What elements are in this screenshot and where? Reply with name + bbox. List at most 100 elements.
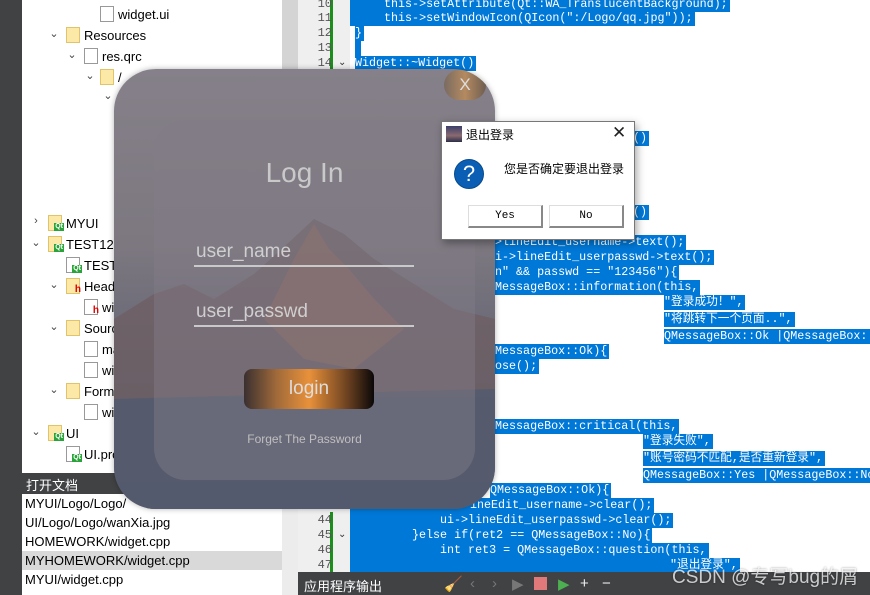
mode-bar: [0, 0, 22, 595]
tree-item-label: wi: [102, 362, 115, 378]
chevron-down-icon[interactable]: ⌄: [48, 320, 60, 333]
code-line: "账号密码不匹配,是否重新登录",: [643, 451, 825, 466]
qrc-file-icon: [84, 48, 98, 64]
pro-file-icon: Qt: [66, 257, 82, 273]
open-document-item[interactable]: UI/Logo/Logo/wanXia.jpg: [22, 513, 282, 532]
logout-dialog: 退出登录 ✕ ? 您是否确定要退出登录 Yes No: [441, 121, 635, 240]
qt-project-icon: Qt: [48, 425, 64, 441]
chevron-down-icon[interactable]: ⌄: [102, 89, 114, 102]
next-icon[interactable]: ›: [492, 575, 497, 592]
fold-chevron-icon[interactable]: ⌄: [338, 529, 346, 540]
tree-item-label: wi: [102, 404, 115, 420]
tree-item[interactable]: Qt TEST12: [48, 234, 114, 254]
code-line: "将跳转下一个页面..",: [664, 312, 795, 327]
close-icon[interactable]: ✕: [612, 123, 626, 143]
code-line: "登录成功！",: [664, 295, 746, 310]
tree-item[interactable]: widget.ui: [100, 4, 169, 24]
zoom-out-icon[interactable]: −: [602, 575, 611, 592]
chevron-down-icon[interactable]: ⌄: [48, 27, 60, 40]
code-line: "登录失败",: [643, 434, 713, 449]
prev-icon[interactable]: ‹: [470, 575, 475, 592]
tree-item[interactable]: Resources: [66, 25, 146, 45]
code-line: MessageBox::Ok){: [495, 344, 610, 359]
pro-file-icon: Qt: [66, 446, 82, 462]
open-document-item[interactable]: HOMEWORK/widget.cpp: [22, 532, 282, 551]
tree-item[interactable]: res.qrc: [84, 46, 142, 66]
fold-chevron-icon[interactable]: ⌄: [338, 57, 346, 68]
open-document-item[interactable]: MYUI/widget.cpp: [22, 570, 282, 589]
line-number: 47: [317, 558, 332, 572]
code-line: n" && passwd == "123456"){: [495, 265, 680, 280]
username-input[interactable]: user_name: [194, 241, 414, 267]
tree-item-label: widget.ui: [118, 6, 170, 22]
tree-item[interactable]: Qt MYUI: [48, 213, 99, 233]
tree-item-label: UI: [66, 425, 79, 441]
window-icon: [446, 126, 462, 142]
chevron-down-icon[interactable]: ⌄: [84, 69, 96, 82]
tree-item-label: res.qrc: [102, 48, 142, 64]
stop-icon[interactable]: [534, 577, 547, 590]
cpp-file-icon: [84, 362, 98, 378]
zoom-in-icon[interactable]: +: [580, 575, 589, 592]
code-line: (): [633, 131, 650, 146]
line-number: 13: [317, 41, 332, 55]
tree-item-label: Form: [84, 383, 115, 399]
line-number: 46: [317, 543, 332, 557]
code-line: MessageBox::information(this,: [495, 280, 701, 295]
chevron-down-icon[interactable]: ⌄: [30, 236, 42, 249]
folder-icon: [100, 69, 114, 85]
tree-item-label: Sourc: [84, 320, 118, 336]
forms-folder-icon: [66, 383, 80, 399]
sources-folder-icon: [66, 320, 80, 336]
header-file-icon: h: [84, 299, 99, 316]
tree-item[interactable]: Qt UI.pro: [66, 444, 119, 464]
headers-folder-icon: h: [66, 278, 81, 295]
tree-item-label: Head: [84, 278, 116, 294]
chevron-down-icon[interactable]: ⌄: [48, 383, 60, 396]
qt-project-icon: Qt: [48, 236, 64, 252]
tree-item[interactable]: Qt UI: [48, 423, 79, 443]
chevron-right-icon[interactable]: ›: [30, 215, 42, 227]
chevron-down-icon[interactable]: ⌄: [66, 48, 78, 61]
watermark: CSDN @专写bug的屑: [672, 567, 859, 588]
code-line: ose();: [495, 359, 540, 374]
password-input[interactable]: user_passwd: [194, 301, 414, 327]
debug-run-icon[interactable]: ▶: [558, 575, 570, 593]
code-line: }else if(ret2 == QMessageBox::No){: [350, 528, 653, 543]
code-line: ui->lineEdit_userpasswd->clear();: [350, 513, 674, 528]
no-button[interactable]: No: [549, 205, 624, 228]
code-line: QMessageBox::Ok |QMessageBox::: [664, 329, 870, 344]
qt-project-icon: Qt: [48, 215, 64, 231]
chevron-down-icon[interactable]: ⌄: [30, 425, 42, 438]
run-icon[interactable]: ▶: [512, 575, 524, 593]
open-documents-list: MYUI/Logo/Logo/ UI/Logo/Logo/wanXia.jpg …: [22, 494, 282, 595]
tree-item-label: Resources: [84, 27, 147, 43]
close-button[interactable]: X: [444, 70, 486, 100]
code-line: (): [633, 205, 650, 220]
tree-item[interactable]: Form: [66, 381, 114, 401]
chevron-down-icon[interactable]: ⌄: [48, 278, 60, 291]
tree-item[interactable]: wi: [84, 360, 114, 380]
tree-item[interactable]: wi: [84, 402, 114, 422]
tree-item[interactable]: Sourc: [66, 318, 118, 338]
forget-password-link[interactable]: Forget The Password: [114, 432, 495, 446]
login-button[interactable]: login: [244, 369, 374, 409]
application-output-tab[interactable]: 应用程序输出: [304, 576, 382, 595]
docs-scrollbar[interactable]: [282, 494, 298, 595]
form-file-icon: [100, 6, 114, 22]
open-document-item-selected[interactable]: MYHOMEWORK/widget.cpp: [22, 551, 282, 570]
yes-button[interactable]: Yes: [468, 205, 543, 228]
login-title: Log In: [265, 157, 344, 188]
tree-item-label: wi: [102, 299, 115, 315]
resource-folder-icon: [66, 27, 80, 43]
dialog-message: 您是否确定要退出登录: [504, 162, 625, 176]
tree-item[interactable]: h Head: [66, 276, 115, 296]
line-number: 44: [317, 513, 332, 527]
question-icon: ?: [454, 159, 484, 189]
tree-item[interactable]: h wi: [84, 297, 114, 317]
form-file-icon: [84, 404, 98, 420]
clear-icon[interactable]: 🧹: [444, 575, 463, 593]
cpp-file-icon: [84, 341, 98, 357]
code-line: }: [355, 26, 365, 41]
tree-item-label: MYUI: [66, 215, 99, 231]
